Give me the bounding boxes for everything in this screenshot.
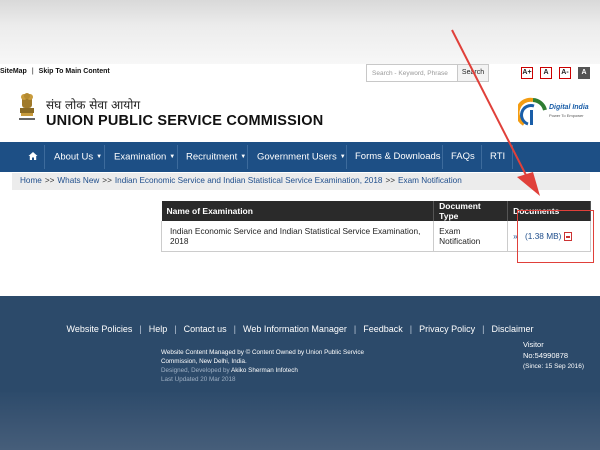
sitemap-link[interactable]: SiteMap [0, 68, 27, 75]
breadcrumb-separator: >> [44, 176, 55, 185]
nav-about-us[interactable]: About Us ▼ [54, 142, 102, 172]
visitor-counter: Visitor No:54990878 (Since: 15 Sep 2016) [523, 339, 584, 372]
background-blur [0, 0, 600, 64]
nav-divider [442, 145, 443, 169]
nav-divider [346, 145, 347, 169]
emblem-icon [19, 93, 35, 120]
font-increase-button[interactable]: A+ [521, 67, 533, 79]
column-header-type: Document Type [433, 201, 509, 221]
nav-divider [177, 145, 178, 169]
font-decrease-button[interactable]: A- [559, 67, 571, 79]
footer-links: Website Policies | Help | Contact us | Web Inf… [0, 319, 600, 337]
footer-link-disclaimer[interactable]: Disclaimer [491, 324, 533, 334]
skip-to-content-link[interactable]: Skip To Main Content [39, 68, 110, 75]
home-icon [28, 152, 38, 161]
nav-forms-downloads[interactable]: Forms & Downloads [355, 142, 441, 172]
footer-link-web-information-manager[interactable]: Web Information Manager [243, 324, 347, 334]
footer-developer-link[interactable]: Akiko Sherman Infotech [231, 367, 298, 374]
breadcrumb-separator: >> [385, 176, 396, 185]
title-english: UNION PUBLIC SERVICE COMMISSION [46, 113, 324, 129]
breadcrumb-separator: >> [102, 176, 112, 185]
visitor-label: Visitor [523, 340, 544, 349]
chevron-down-icon: ▼ [96, 154, 103, 160]
nav-divider [44, 145, 45, 169]
nav-home[interactable] [28, 142, 38, 172]
chevron-down-icon: ▼ [169, 154, 176, 160]
nav-government-users[interactable]: Government Users ▼ [257, 142, 346, 172]
footer-link-feedback[interactable]: Feedback [363, 324, 403, 334]
digital-india-logo[interactable]: Digital India Power To Empower [515, 94, 589, 130]
nav-faqs-label: FAQs [451, 151, 475, 162]
nav-about-us-label: About Us [54, 151, 94, 163]
footer-separator: | [139, 324, 142, 334]
footer-last-updated: Last Updated 20 Mar 2018 [161, 376, 236, 383]
nav-rti-label: RTI [490, 151, 506, 162]
utility-bar: SiteMap | Skip To Main Content Search - Ke… [0, 64, 600, 84]
national-emblem [16, 91, 38, 129]
nav-recruitment-label: Recruitment [186, 151, 238, 163]
footer-managed-line-2: Commission, New Delhi, India. [161, 358, 247, 365]
footer-link-help[interactable]: Help [149, 324, 168, 334]
footer-link-contact-us[interactable]: Contact us [184, 324, 227, 334]
nav-divider [247, 145, 248, 169]
breadcrumb-current[interactable]: Exam Notification [398, 176, 462, 185]
utility-links: SiteMap | Skip To Main Content [0, 68, 110, 75]
chevron-down-icon: ▼ [339, 154, 346, 160]
digital-india-icon [515, 97, 547, 126]
nav-rti[interactable]: RTI [490, 142, 505, 172]
title-hindi: संघ लोक सेवा आयोग [46, 98, 141, 112]
site-header: संघ लोक सेवा आयोग UNION PUBLIC SERVICE C… [0, 84, 600, 142]
search-input[interactable]: Search - Keyword, Phrase [366, 64, 458, 82]
font-size-controls: A+ A A- A [521, 67, 590, 79]
footer-separator: | [353, 324, 357, 334]
footer-link-privacy-policy[interactable]: Privacy Policy [419, 324, 475, 334]
column-header-name: Name of Examination [161, 201, 435, 221]
nav-faqs[interactable]: FAQs [451, 142, 475, 172]
contrast-button[interactable]: A [578, 67, 590, 79]
nav-examination-label: Examination [114, 151, 167, 163]
breadcrumb-whats-new[interactable]: Whats New [57, 176, 99, 185]
digital-india-subtext: Power To Empower [549, 113, 584, 118]
exam-name-cell: Indian Economic Service and Indian Stati… [160, 221, 435, 252]
search-button[interactable]: Search [457, 64, 489, 82]
breadcrumb: Home >> Whats New >> Indian Economic Service… [12, 173, 590, 190]
nav-forms-downloads-label: Forms & Downloads [355, 151, 441, 162]
nav-divider [481, 145, 482, 169]
footer-separator: | [174, 324, 177, 334]
chevron-down-icon: ▼ [240, 154, 247, 160]
footer-link-website-policies[interactable]: Website Policies [67, 324, 133, 334]
utility-separator: | [31, 68, 34, 75]
visitor-since: (Since: 15 Sep 2016) [523, 363, 585, 370]
breadcrumb-home[interactable]: Home [20, 176, 42, 185]
nav-divider [512, 145, 513, 169]
nav-examination[interactable]: Examination ▼ [114, 142, 175, 172]
annotation-highlight-box [517, 210, 594, 263]
nav-recruitment[interactable]: Recruitment ▼ [186, 142, 246, 172]
footer-bottom-band [0, 392, 600, 450]
breadcrumb-exam[interactable]: Indian Economic Service and Indian Stati… [115, 176, 383, 185]
nav-divider [104, 145, 105, 169]
footer-separator: | [233, 324, 236, 334]
main-nav: About Us ▼ Examination ▼ Recruitment ▼ Gove… [0, 142, 600, 172]
footer-designed-by: Designed, Developed by [161, 367, 230, 374]
nav-government-users-label: Government Users [257, 151, 337, 163]
document-type-cell: Exam Notification [433, 221, 509, 252]
font-normal-button[interactable]: A [540, 67, 552, 79]
footer-info: Website Content Managed by © Content Own… [161, 348, 391, 384]
digital-india-text: Digital India [549, 104, 589, 111]
visitor-count: No:54990878 [523, 351, 569, 360]
footer-separator: | [482, 324, 485, 334]
footer-separator: | [409, 324, 413, 334]
footer-managed-line-1: Website Content Managed by © Content Own… [161, 349, 364, 356]
